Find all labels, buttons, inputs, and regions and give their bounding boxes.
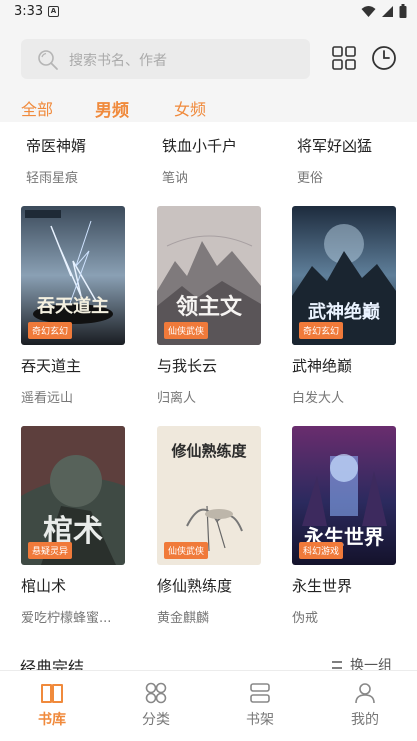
nav-category[interactable]: 分类 [126, 681, 186, 729]
book-item[interactable]: 永生世界 科幻游戏 永生世界 伪戒 [292, 426, 396, 626]
book-author: 爱吃柠檬蜂蜜... [21, 611, 112, 626]
book-title: 将军好凶猛 [297, 137, 373, 155]
search-input[interactable]: 搜索书名、作者 [21, 39, 310, 79]
status-time: 3:33 [14, 4, 44, 19]
book-item[interactable]: 棺术 悬疑灵异 棺山术 爱吃柠檬蜂蜜... [21, 426, 125, 626]
genre-badge: 奇幻玄幻 [28, 322, 73, 339]
book-author: 黄金麒麟 [157, 611, 210, 626]
book-title: 吞天道主 [21, 357, 82, 375]
book-cover[interactable]: 永生世界 科幻游戏 [292, 426, 396, 565]
book-cover[interactable]: 领主文 仙侠武侠 [157, 206, 261, 345]
book-author: 白发大人 [292, 391, 345, 406]
book-author: 更俗 [297, 171, 324, 186]
wifi-icon [361, 5, 376, 17]
refresh-group-button[interactable]: 换一组 [330, 655, 392, 670]
nav-profile[interactable]: 我的 [335, 681, 395, 729]
book-item[interactable]: 铁血小千户 笔讷 [162, 135, 266, 186]
book-title: 永生世界 [292, 577, 353, 595]
genre-badge: 仙侠武侠 [164, 322, 209, 339]
signal-icon [382, 5, 393, 17]
nav-bookshelf[interactable]: 书架 [230, 681, 290, 729]
tab-female[interactable]: 女频 [174, 96, 206, 120]
cover-title: 领主文 [176, 294, 243, 320]
book-title: 铁血小千户 [162, 137, 238, 155]
status-bar: 3:33 A [0, 0, 417, 26]
book-author: 轻雨星痕 [26, 171, 79, 186]
category-icon [145, 682, 167, 704]
header: 搜索书名、作者 全部 男频 女频 [0, 26, 417, 125]
nav-label: 分类 [142, 712, 170, 728]
refresh-label: 换一组 [350, 658, 392, 670]
book-cover[interactable]: 武神绝巅 奇幻玄幻 [292, 206, 396, 345]
status-icons [361, 4, 407, 18]
book-item[interactable]: 武神绝巅 奇幻玄幻 武神绝巅 白发大人 [292, 206, 396, 406]
book-title: 武神绝巅 [292, 357, 353, 375]
history-clock-icon[interactable] [371, 45, 397, 71]
profile-icon [355, 683, 375, 704]
book-title: 修仙熟练度 [157, 577, 233, 595]
genre-badge: 仙侠武侠 [164, 542, 209, 559]
book-item[interactable]: 吞天道主 奇幻玄幻 吞天道主 遥看远山 [21, 206, 125, 406]
nav-label: 我的 [351, 712, 379, 728]
book-item[interactable]: 将军好凶猛 更俗 [297, 135, 401, 186]
book-cover[interactable]: 棺术 悬疑灵异 [21, 426, 125, 565]
book-content[interactable]: 帝医神婿 轻雨星痕 铁血小千户 笔讷 将军好凶猛 更俗 吞天道主 奇幻玄幻 吞天… [0, 122, 417, 670]
cover-title: 武神绝巅 [308, 301, 380, 323]
book-author: 笔讷 [162, 171, 189, 186]
book-title: 与我长云 [157, 357, 218, 375]
genre-badge: 奇幻玄幻 [299, 322, 344, 339]
tab-male[interactable]: 男频 [95, 96, 129, 121]
book-item[interactable]: 帝医神婿 轻雨星痕 [26, 135, 130, 186]
book-author: 伪戒 [292, 611, 319, 626]
channel-tabs: 全部 男频 女频 [0, 96, 417, 125]
battery-icon [399, 4, 407, 18]
book-open-icon [41, 684, 63, 703]
grid-view-icon[interactable] [332, 46, 356, 70]
search-placeholder: 搜索书名、作者 [69, 53, 167, 69]
book-cover[interactable]: 修仙熟练度 仙侠武侠 [157, 426, 261, 565]
notification-icon: A [48, 6, 59, 17]
book-item[interactable]: 领主文 仙侠武侠 与我长云 归离人 [157, 206, 261, 406]
nav-label: 书库 [38, 712, 66, 728]
book-author: 遥看远山 [21, 391, 74, 406]
book-title: 棺山术 [21, 577, 67, 595]
nav-label: 书架 [246, 712, 274, 728]
refresh-icon [332, 661, 342, 669]
bottom-nav: 书库 分类 书架 我的 [0, 670, 417, 741]
genre-badge: 科幻游戏 [299, 542, 344, 559]
tab-all[interactable]: 全部 [21, 96, 53, 120]
book-title: 帝医神婿 [26, 137, 87, 155]
search-icon [38, 50, 58, 70]
cover-title: 修仙熟练度 [170, 442, 247, 460]
section-title: 经典完结 [20, 658, 85, 670]
bookshelf-icon [250, 683, 270, 703]
genre-badge: 悬疑灵异 [28, 542, 73, 559]
book-author: 归离人 [157, 391, 197, 406]
cover-title: 吞天道主 [37, 295, 109, 317]
book-cover[interactable]: 吞天道主 奇幻玄幻 [21, 206, 125, 345]
book-item[interactable]: 修仙熟练度 仙侠武侠 修仙熟练度 黄金麒麟 [157, 426, 261, 626]
nav-library[interactable]: 书库 [22, 681, 82, 729]
